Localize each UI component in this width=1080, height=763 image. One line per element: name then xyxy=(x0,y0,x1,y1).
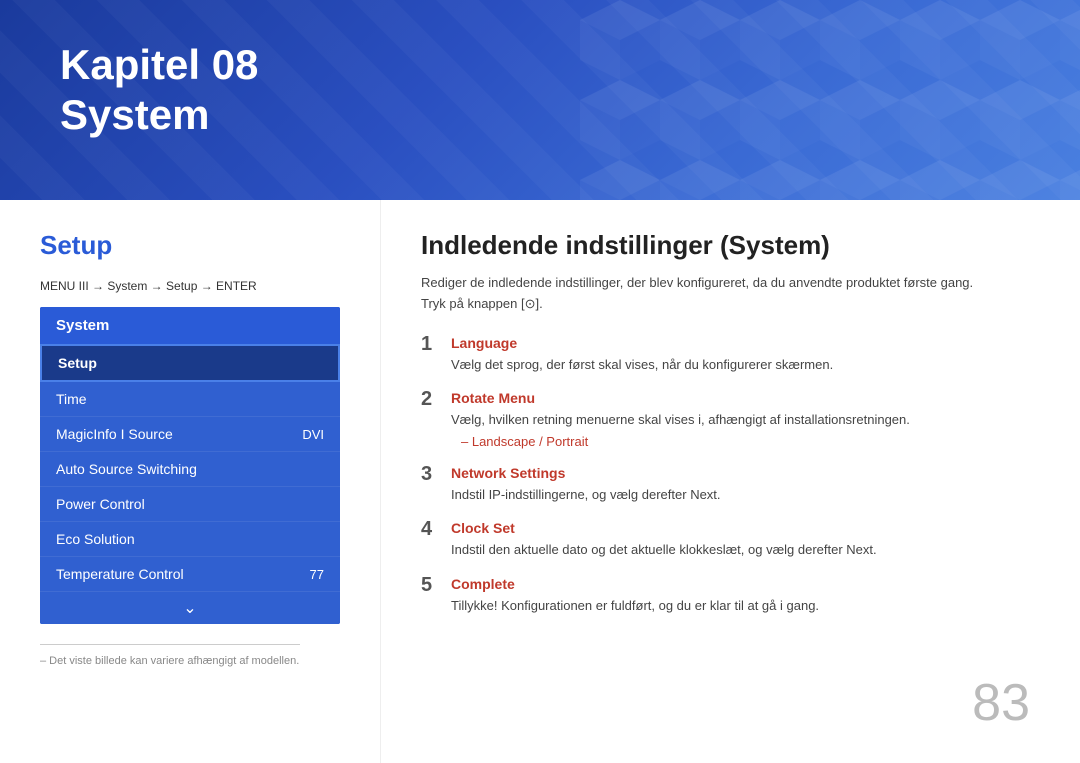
next-highlight-2: Next xyxy=(846,542,873,557)
chevron-down-icon[interactable]: ⌄ xyxy=(40,592,340,624)
left-panel: Setup MENU III → System → Setup → ENTER … xyxy=(0,200,380,763)
menu-item-power-control[interactable]: Power Control xyxy=(40,487,340,522)
system-menu-header: System xyxy=(40,307,340,344)
step-2-bullet: – Landscape / Portrait xyxy=(451,434,1030,449)
section-title: Setup xyxy=(40,230,340,261)
step-3: 3 Network Settings Indstil IP-indstillin… xyxy=(421,465,1030,505)
step-5: 5 Complete Tillykke! Konfigurationen er … xyxy=(421,576,1030,616)
content-title: Indledende indstillinger (System) xyxy=(421,230,1030,261)
header-banner: Kapitel 08 System xyxy=(0,0,1080,200)
header-title: Kapitel 08 System xyxy=(60,40,258,141)
menu-item-setup[interactable]: Setup xyxy=(40,344,340,382)
menu-item-eco-solution[interactable]: Eco Solution xyxy=(40,522,340,557)
step-2: 2 Rotate Menu Vælg, hvilken retning menu… xyxy=(421,390,1030,449)
main-content: Setup MENU III → System → Setup → ENTER … xyxy=(0,200,1080,763)
page-number: 83 xyxy=(972,673,1030,733)
step-4: 4 Clock Set Indstil den aktuelle dato og… xyxy=(421,520,1030,560)
next-highlight-1: Next xyxy=(690,487,717,502)
menu-item-temperature[interactable]: Temperature Control 77 xyxy=(40,557,340,592)
system-menu: System Setup Time MagicInfo I Source DVI… xyxy=(40,307,340,624)
step-1: 1 Language Vælg det sprog, der først ska… xyxy=(421,335,1030,375)
menu-path: MENU III → System → Setup → ENTER xyxy=(40,279,340,293)
menu-item-time[interactable]: Time xyxy=(40,382,340,417)
footnote: – Det viste billede kan variere afhængig… xyxy=(40,644,300,667)
decorative-pattern xyxy=(580,0,1080,200)
content-intro: Rediger de indledende indstillinger, der… xyxy=(421,273,1030,315)
menu-item-auto-source[interactable]: Auto Source Switching xyxy=(40,452,340,487)
menu-item-magicinfo[interactable]: MagicInfo I Source DVI xyxy=(40,417,340,452)
